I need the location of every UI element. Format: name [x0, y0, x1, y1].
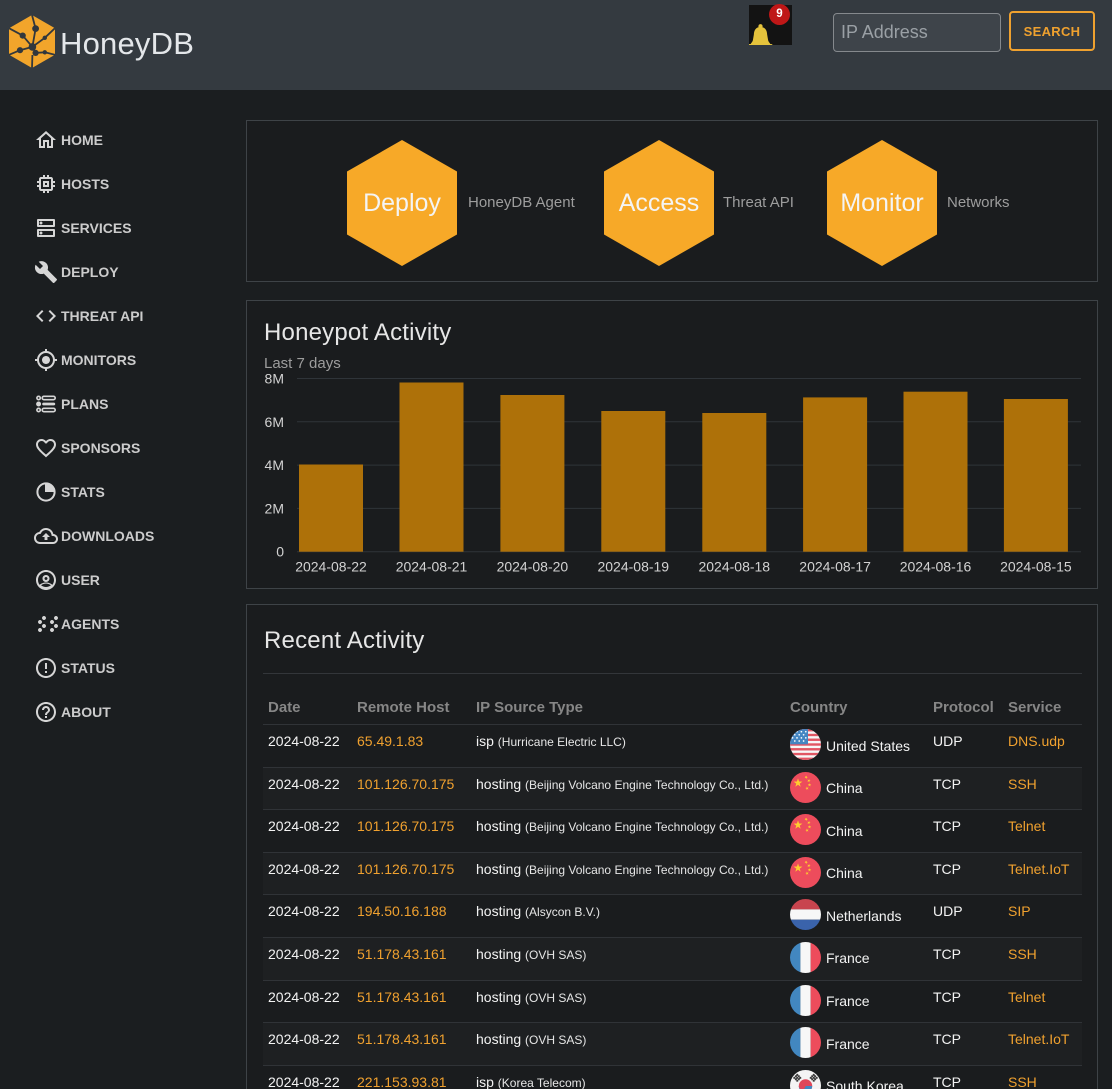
- svg-text:4M: 4M: [265, 457, 284, 473]
- svg-text:2M: 2M: [265, 500, 284, 516]
- svg-text:2024-08-18: 2024-08-18: [698, 559, 770, 575]
- svg-text:2024-08-20: 2024-08-20: [497, 559, 569, 575]
- svg-text:8M: 8M: [265, 371, 284, 387]
- svg-text:2024-08-17: 2024-08-17: [799, 559, 871, 575]
- svg-text:2024-08-21: 2024-08-21: [396, 559, 468, 575]
- svg-text:2024-08-19: 2024-08-19: [597, 559, 669, 575]
- svg-text:2024-08-16: 2024-08-16: [900, 559, 972, 575]
- svg-text:6M: 6M: [265, 414, 284, 430]
- svg-text:2024-08-15: 2024-08-15: [1000, 559, 1072, 575]
- svg-text:0: 0: [276, 544, 284, 560]
- svg-text:2024-08-22: 2024-08-22: [295, 559, 367, 575]
